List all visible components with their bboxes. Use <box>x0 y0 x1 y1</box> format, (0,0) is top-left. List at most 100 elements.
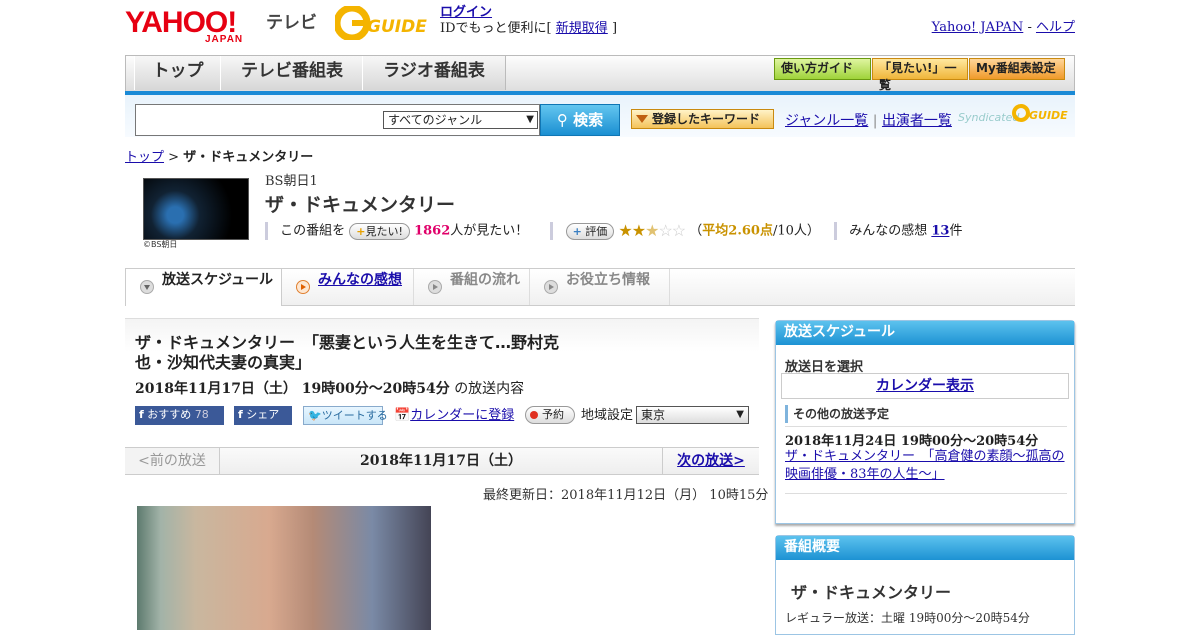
gguide-small-logo: GUIDE <box>1012 104 1068 122</box>
saved-keywords-button[interactable]: 登録したキーワード <box>631 109 774 129</box>
overview-title: ザ・ドキュメンタリー <box>791 583 952 602</box>
want-suffix: 人が見たい！ <box>450 223 529 239</box>
tweet-button[interactable]: 🐦ツイートする <box>303 406 388 425</box>
plus-icon: + <box>356 224 366 238</box>
nav-tab-top[interactable]: トップ <box>134 56 222 90</box>
tab-reviews[interactable]: みんなの感想 <box>282 269 414 305</box>
tv-logo[interactable]: テレビ <box>266 8 317 33</box>
recommend-label: おすすめ <box>147 408 192 421</box>
search-button[interactable]: ⚲ 検索 <box>540 104 620 136</box>
program-stats: この番組を +見たい! 1862人が見たい！ + 評価 ★★★☆☆ （平均2.6… <box>265 221 962 241</box>
other-schedule-link[interactable]: ザ・ドキュメンタリー 「高倉健の素顔～孤高の映画俳優・83年の人生～」 <box>785 448 1065 484</box>
reviews-count-link[interactable]: 13 <box>931 224 949 239</box>
episode-datetime: 2018年11月17日（土） 19時00分～20時54分 <box>135 381 450 397</box>
divider <box>550 222 554 240</box>
my-schedule-settings-button[interactable]: My番組表設定 <box>969 58 1065 80</box>
reviews-unit: 件 <box>949 223 963 239</box>
facebook-recommend-button[interactable]: f おすすめ 78 <box>135 406 224 425</box>
tab-broadcast-schedule[interactable]: 放送スケジュール <box>125 268 282 306</box>
rate-button-label: 評価 <box>585 224 608 238</box>
register-close: ] <box>611 21 618 36</box>
header-links: Yahoo! JAPAN - ヘルプ <box>932 16 1075 35</box>
rate-button[interactable]: + 評価 <box>565 222 615 240</box>
divider <box>265 222 268 240</box>
global-nav: トップ テレビ番組表 ラジオ番組表 使い方ガイド 「見たい!」一覧 My番組表設… <box>125 55 1075 92</box>
twitter-icon: 🐦 <box>308 409 322 422</box>
login-area: ログイン IDでもっと便利に[ 新規取得 ] <box>440 5 617 37</box>
facebook-share-button[interactable]: f シェア <box>234 406 292 425</box>
usage-guide-button[interactable]: 使い方ガイド <box>774 58 871 80</box>
tab-label: 番組の流れ <box>450 272 520 288</box>
breadcrumb: トップ > ザ・ドキュメンタリー <box>125 146 313 165</box>
arrow-right-icon <box>544 280 558 294</box>
cast-list-link[interactable]: 出演者一覧 <box>882 113 952 129</box>
help-link[interactable]: ヘルプ <box>1036 20 1075 35</box>
tweet-label: ツイートする <box>321 409 388 422</box>
want-count: 1862 <box>414 223 451 239</box>
calendar-icon: 📅 <box>394 408 411 423</box>
chevron-down-icon: ▼ <box>526 114 534 125</box>
average-score: 平均2.60点 <box>702 223 773 239</box>
tab-useful-info: お役立ち情報 <box>530 269 670 305</box>
saved-keywords-label: 登録したキーワード <box>652 112 761 126</box>
add-to-calendar-link[interactable]: カレンダーに登録 <box>410 408 514 423</box>
rating-count: /10人） <box>772 223 820 239</box>
search-button-label: 検索 <box>573 111 604 129</box>
nav-tab-radio-listings[interactable]: ラジオ番組表 <box>362 56 506 90</box>
region-select[interactable]: 東京 ▼ <box>636 406 749 424</box>
nav-tab-tv-listings[interactable]: テレビ番組表 <box>220 56 364 90</box>
genre-list-link[interactable]: ジャンル一覧 <box>785 113 868 129</box>
region-value: 東京 <box>641 408 666 422</box>
dropdown-icon <box>636 115 648 123</box>
tab-label: お役立ち情報 <box>566 272 650 288</box>
register-link[interactable]: 新規取得 <box>556 21 608 36</box>
yahoo-japan-link[interactable]: Yahoo! JAPAN <box>932 20 1024 35</box>
yahoo-japan-logo[interactable]: YAHOO! JAPAN <box>125 6 242 45</box>
divider <box>785 426 1067 427</box>
avg-open: （ <box>689 223 703 239</box>
search-links: ジャンル一覧 | 出演者一覧 <box>785 110 952 130</box>
share-label: シェア <box>246 408 280 421</box>
reserve-label: 予約 <box>542 408 564 421</box>
divider <box>834 222 838 240</box>
want-list-button[interactable]: 「見たい!」一覧 <box>872 58 968 92</box>
login-link[interactable]: ログイン <box>440 5 492 20</box>
genre-select[interactable]: すべてのジャンル ▼ <box>383 111 538 129</box>
star-icon: ★ <box>631 221 646 240</box>
next-broadcast-link[interactable]: 次の放送> <box>677 453 745 469</box>
program-title: ザ・ドキュメンタリー <box>265 194 456 216</box>
add-to-calendar[interactable]: 📅カレンダーに登録 <box>394 406 514 425</box>
tab-label: みんなの感想 <box>318 272 402 288</box>
arrow-down-icon <box>140 280 154 294</box>
header-separator: - <box>1027 20 1032 35</box>
thumbnail-copyright: ©BS朝日 <box>143 240 178 249</box>
episode-date-suffix: の放送内容 <box>454 381 525 397</box>
gguide-logo[interactable]: GUIDE <box>333 4 430 42</box>
reserve-button[interactable]: 予約 <box>525 406 575 424</box>
breadcrumb-current: ザ・ドキュメンタリー <box>183 150 314 165</box>
search-icon: ⚲ <box>556 111 568 129</box>
prev-broadcast: <前の放送 <box>125 448 220 474</box>
want-button[interactable]: +見たい! <box>349 222 410 240</box>
arrow-right-icon <box>428 280 442 294</box>
program-thumbnail <box>143 178 249 240</box>
star-icon: ★ <box>645 221 659 240</box>
svg-text:GUIDE: GUIDE <box>1029 109 1068 122</box>
breadcrumb-home[interactable]: トップ <box>125 150 164 165</box>
breadcrumb-separator: > <box>168 150 180 165</box>
want-button-label: 見たい! <box>365 224 403 238</box>
tab-label: 放送スケジュール <box>162 272 274 288</box>
regular-broadcast: レギュラー放送：土曜 19時00分～20時54分 <box>785 611 1030 625</box>
episode-title: ザ・ドキュメンタリー 「悪妻という人生を生きて…野村克也・沙知代夫妻の真実」 <box>135 333 560 372</box>
last-updated: 最終更新日：2018年11月12日（月） 10時15分 <box>483 488 769 503</box>
recommend-count: 78 <box>194 408 209 421</box>
reviews-label: みんなの感想 <box>849 223 928 239</box>
rating-stars: ★★★☆☆ <box>618 221 686 240</box>
program-tabs: 放送スケジュール みんなの感想 番組の流れ お役立ち情報 <box>125 268 1075 306</box>
next-broadcast[interactable]: 次の放送> <box>662 448 759 474</box>
login-prompt: IDでもっと便利に[ <box>440 21 552 36</box>
calendar-view-link[interactable]: カレンダー表示 <box>781 373 1069 399</box>
facebook-icon: f <box>238 408 243 421</box>
schedule-panel-header: 放送スケジュール <box>776 321 1074 345</box>
region-label: 地域設定 <box>581 408 634 423</box>
